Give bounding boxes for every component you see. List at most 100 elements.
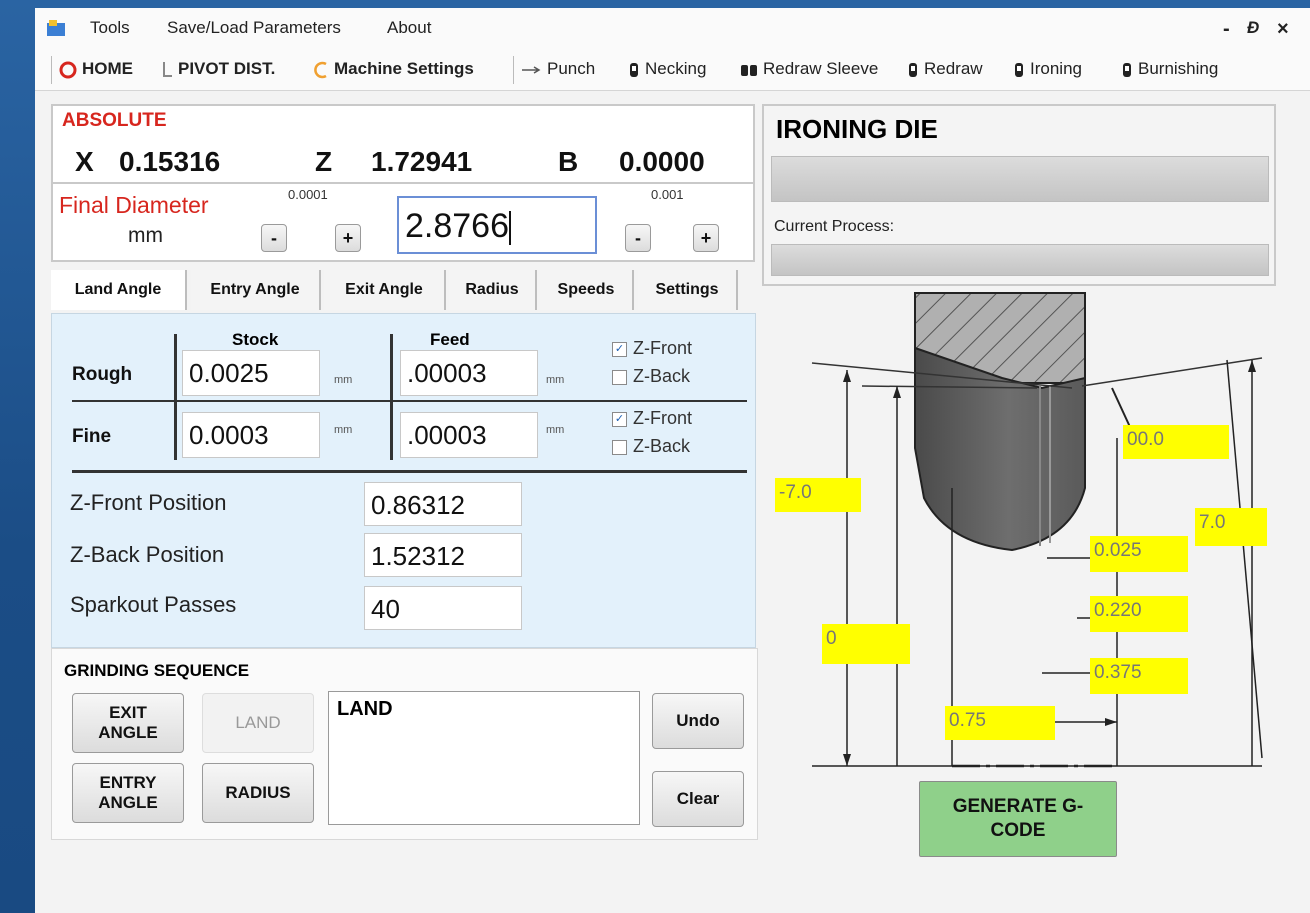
machine-settings-label: Machine Settings xyxy=(334,59,474,78)
fine-z-front-checkbox[interactable]: ✓ Z-Front xyxy=(612,408,692,429)
current-process-label: Current Process: xyxy=(774,218,895,235)
punch-button[interactable]: Punch xyxy=(522,59,595,79)
ironing-icon xyxy=(1015,62,1023,77)
fine-z-front-label: Z-Front xyxy=(633,408,693,428)
home-label: HOME xyxy=(82,59,133,78)
redraw-sleeve-icon xyxy=(741,64,757,76)
z-value: 1.72941 xyxy=(371,146,473,177)
clear-button[interactable]: Clear xyxy=(652,771,744,827)
necking-button[interactable]: Necking xyxy=(628,59,706,79)
entry-angle-button[interactable]: ENTRY ANGLE xyxy=(72,763,184,823)
angle-top-right-label: 00.0 xyxy=(1123,425,1229,459)
z-axis-label: Z xyxy=(315,146,333,177)
stock-header: Stock xyxy=(232,330,279,349)
large-step-label: 0.001 xyxy=(651,187,684,202)
tab-radius[interactable]: Radius xyxy=(449,270,537,310)
x-value: 0.15316 xyxy=(119,146,221,177)
fine-stock-input[interactable]: 0.0003 xyxy=(182,412,320,458)
menu-save-load[interactable]: Save/Load Parameters xyxy=(167,18,341,38)
pivot-dist-button[interactable]: PIVOT DIST. xyxy=(159,59,275,79)
z-front-position-input[interactable]: 0.86312 xyxy=(364,482,522,526)
toolbar-divider xyxy=(51,56,52,84)
column-divider xyxy=(390,334,393,460)
text-cursor xyxy=(509,211,511,246)
check-icon: ✓ xyxy=(612,341,627,357)
grinding-sequence-title: GRINDING SEQUENCE xyxy=(64,661,250,680)
small-decrement-button[interactable]: - xyxy=(261,224,287,252)
tab-speeds[interactable]: Speeds xyxy=(540,270,634,310)
burnishing-label: Burnishing xyxy=(1138,59,1219,78)
tab-entry-angle[interactable]: Entry Angle xyxy=(191,270,321,310)
app-icon xyxy=(47,20,65,36)
burnishing-icon xyxy=(1123,62,1131,77)
ironing-label: Ironing xyxy=(1030,59,1082,78)
menu-about[interactable]: About xyxy=(387,18,431,38)
fine-z-back-checkbox[interactable]: Z-Back xyxy=(612,436,690,457)
home-button[interactable]: HOME xyxy=(59,59,133,79)
tab-settings[interactable]: Settings xyxy=(638,270,738,310)
final-diameter-input[interactable]: 2.8766 xyxy=(397,196,597,254)
small-step-label: 0.0001 xyxy=(288,187,328,202)
small-increment-button[interactable]: + xyxy=(335,224,361,252)
absolute-panel: ABSOLUTE X 0.15316 Z 1.72941 B 0.0000 xyxy=(51,104,755,184)
rough-z-back-label: Z-Back xyxy=(633,366,691,386)
z-back-position-input[interactable]: 1.52312 xyxy=(364,533,522,577)
redraw-sleeve-button[interactable]: Redraw Sleeve xyxy=(740,59,878,79)
sparkout-passes-label: Sparkout Passes xyxy=(70,592,237,617)
z-front-position-label: Z-Front Position xyxy=(70,490,227,515)
land-angle-panel: Stock Feed Rough 0.0025 mm .00003 mm ✓ Z-… xyxy=(51,313,756,648)
dimension-0375-label: 0.375 xyxy=(1090,658,1188,694)
feed-header: Feed xyxy=(430,330,470,349)
rough-stock-input[interactable]: 0.0025 xyxy=(182,350,320,396)
unchecked-icon xyxy=(612,369,627,385)
dimension-0025-label: 0.025 xyxy=(1090,536,1188,572)
sparkout-passes-input[interactable]: 40 xyxy=(364,586,522,630)
tab-exit-angle[interactable]: Exit Angle xyxy=(324,270,446,310)
exit-angle-button[interactable]: EXIT ANGLE xyxy=(72,693,184,753)
dimension-0220-label: 0.220 xyxy=(1090,596,1188,632)
grinding-sequence-panel: GRINDING SEQUENCE EXIT ANGLE LAND ENTRY … xyxy=(51,648,758,840)
redraw-icon xyxy=(909,62,917,77)
minimize-button[interactable]: - xyxy=(1223,18,1230,41)
fine-stock-unit: mm xyxy=(334,424,353,436)
toolbar: HOME PIVOT DIST. Machine Settings Punch … xyxy=(35,50,1310,91)
absolute-title: ABSOLUTE xyxy=(62,110,167,131)
generate-gcode-button[interactable]: GENERATE G-CODE xyxy=(919,781,1117,857)
ironing-button[interactable]: Ironing xyxy=(1013,59,1082,79)
ironing-die-title: IRONING DIE xyxy=(776,114,938,144)
zero-label: 0 xyxy=(822,624,910,664)
fine-z-back-label: Z-Back xyxy=(633,436,691,456)
radius-button[interactable]: RADIUS xyxy=(202,763,314,823)
redraw-button[interactable]: Redraw xyxy=(907,59,983,79)
sequence-list[interactable]: LAND xyxy=(328,691,640,825)
redraw-label: Redraw xyxy=(924,59,983,78)
close-button[interactable]: × xyxy=(1277,18,1289,41)
tab-land-angle[interactable]: Land Angle xyxy=(51,270,187,310)
large-decrement-button[interactable]: - xyxy=(625,224,651,252)
progress-bar-bottom xyxy=(771,244,1269,276)
fine-feed-input[interactable]: .00003 xyxy=(400,412,538,458)
restore-button[interactable]: Ɖ xyxy=(1247,18,1259,38)
rough-feed-input[interactable]: .00003 xyxy=(400,350,538,396)
rough-label: Rough xyxy=(72,364,133,385)
burnishing-button[interactable]: Burnishing xyxy=(1121,59,1218,79)
b-value: 0.0000 xyxy=(619,146,705,177)
rough-stock-unit: mm xyxy=(334,374,353,386)
machine-settings-icon xyxy=(314,61,327,78)
final-diameter-panel: Final Diameter mm 0.0001 - + 2.8766 0.00… xyxy=(51,182,755,262)
check-icon: ✓ xyxy=(612,411,627,427)
land-button[interactable]: LAND xyxy=(202,693,314,753)
dimension-075-label: 0.75 xyxy=(945,706,1055,740)
undo-button[interactable]: Undo xyxy=(652,693,744,749)
final-diameter-value: 2.8766 xyxy=(405,207,509,245)
punch-label: Punch xyxy=(547,59,596,78)
progress-bar-top xyxy=(771,156,1269,202)
z-back-position-label: Z-Back Position xyxy=(70,542,225,567)
home-icon xyxy=(59,61,77,79)
large-increment-button[interactable]: + xyxy=(693,224,719,252)
machine-settings-button[interactable]: Machine Settings xyxy=(313,59,474,79)
menu-tools[interactable]: Tools xyxy=(90,18,130,38)
rough-z-back-checkbox[interactable]: Z-Back xyxy=(612,366,690,387)
ironing-die-panel: IRONING DIE Current Process: xyxy=(762,104,1276,286)
rough-z-front-checkbox[interactable]: ✓ Z-Front xyxy=(612,338,692,359)
